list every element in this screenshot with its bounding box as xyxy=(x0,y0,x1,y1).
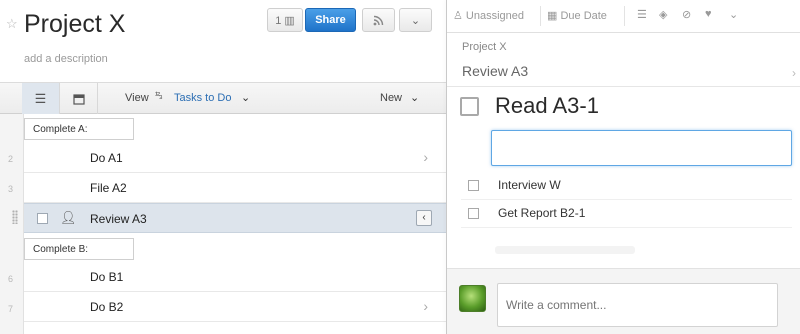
user-icon[interactable]: 👤︎ xyxy=(60,210,77,226)
chevron-down-icon[interactable]: ⌄ xyxy=(410,91,419,104)
task-name[interactable]: Do B2 xyxy=(90,300,123,314)
task-complete-checkbox[interactable] xyxy=(460,97,479,116)
chevron-right-icon[interactable]: › xyxy=(792,66,796,80)
view-label[interactable]: View xyxy=(125,92,149,104)
project-description[interactable]: add a description xyxy=(24,53,108,65)
task-row[interactable]: File A2 xyxy=(24,173,446,203)
task-checkbox[interactable] xyxy=(37,213,48,224)
drag-handle[interactable] xyxy=(12,210,18,224)
user-icon: ♙ xyxy=(453,10,466,22)
divider xyxy=(447,86,800,87)
assignee-label: Unassigned xyxy=(465,10,525,22)
task-list-pane: ☆ Project X add a description 1 ▥ Share … xyxy=(0,0,446,334)
breadcrumb-project[interactable]: Project X xyxy=(462,41,507,53)
divider xyxy=(540,6,541,26)
subtask-checkbox[interactable] xyxy=(468,208,479,219)
subtask-label[interactable]: Interview W xyxy=(498,178,561,192)
divider xyxy=(624,6,625,26)
task-name[interactable]: Review A3 xyxy=(90,212,147,226)
section-header[interactable]: Complete A: xyxy=(24,118,134,140)
attachment-icon[interactable]: ⊘ xyxy=(682,8,691,21)
row-number: 6 xyxy=(8,274,14,284)
more-options-button[interactable]: ⌄ xyxy=(399,8,432,32)
task-name[interactable]: Do A1 xyxy=(90,151,123,165)
project-title[interactable]: Project X xyxy=(24,10,125,39)
subtask-label[interactable]: Get Report B2-1 xyxy=(498,206,585,220)
chevron-right-icon[interactable]: › xyxy=(423,298,428,314)
chevron-down-icon: ⌄ xyxy=(410,14,421,27)
due-date-button[interactable]: ▦ Due Date xyxy=(547,9,607,22)
faded-content xyxy=(495,246,635,254)
new-button[interactable]: New xyxy=(380,92,402,104)
detail-toolbar: ♙ Unassigned ▦ Due Date ☰ ◈ ⊘ ♥ ⌄ xyxy=(447,0,800,33)
view-filter-dropdown[interactable]: Tasks to Do xyxy=(174,92,231,104)
subtask-checkbox[interactable] xyxy=(468,180,479,191)
row-number: 3 xyxy=(8,184,14,194)
subtask-row[interactable]: Interview W xyxy=(461,172,792,200)
subtask-row[interactable]: Get Report B2-1 xyxy=(461,200,792,228)
row-number: 7 xyxy=(8,304,14,314)
assignee-button[interactable]: ♙ Unassigned xyxy=(453,9,524,22)
chevron-right-icon[interactable]: › xyxy=(423,149,428,165)
due-date-label: Due Date xyxy=(560,10,607,22)
sort-icon[interactable]: ¹²₃ xyxy=(155,90,163,100)
rss-button[interactable] xyxy=(362,8,395,32)
task-name[interactable]: File A2 xyxy=(90,181,127,195)
calendar-icon xyxy=(72,93,85,105)
subtasks-icon[interactable]: ☰ xyxy=(637,8,647,21)
share-button[interactable]: Share xyxy=(305,8,356,32)
list-toolbar: ☰ View ¹²₃ Tasks to Do ⌄ New ⌄ xyxy=(0,82,446,114)
breadcrumb-parent-task[interactable]: Review A3 xyxy=(462,63,528,79)
task-description-input[interactable] xyxy=(491,130,792,166)
comment-area xyxy=(447,268,800,334)
task-row-selected[interactable]: 👤︎ Review A3 ‹ xyxy=(24,203,446,233)
calendar-icon: ▦ xyxy=(547,10,561,22)
row-gutter: 2 3 6 7 xyxy=(0,114,24,334)
section-header[interactable]: Complete B: xyxy=(24,238,134,260)
heart-icon[interactable]: ♥ xyxy=(705,8,712,20)
task-row[interactable]: Do B1 xyxy=(24,262,446,292)
row-number: 2 xyxy=(8,154,14,164)
members-icon: 1 ▥ xyxy=(275,14,295,27)
avatar xyxy=(459,285,486,312)
chevron-down-icon[interactable]: ⌄ xyxy=(241,91,250,104)
calendar-view-button[interactable] xyxy=(60,83,98,114)
comment-input[interactable] xyxy=(497,283,778,327)
task-row[interactable]: Do A1 › xyxy=(24,143,446,173)
rss-icon xyxy=(373,15,384,25)
list-icon: ☰ xyxy=(34,90,47,106)
open-details-button[interactable]: ‹ xyxy=(416,210,432,226)
task-name[interactable]: Do B1 xyxy=(90,270,123,284)
members-button[interactable]: 1 ▥ xyxy=(267,8,303,32)
chevron-down-icon[interactable]: ⌄ xyxy=(729,8,738,21)
star-icon[interactable]: ☆ xyxy=(6,16,18,32)
task-detail-pane: ♙ Unassigned ▦ Due Date ☰ ◈ ⊘ ♥ ⌄ Projec… xyxy=(447,0,800,334)
task-title[interactable]: Read A3-1 xyxy=(495,93,599,119)
list-view-button[interactable]: ☰ xyxy=(22,83,60,114)
tag-icon[interactable]: ◈ xyxy=(659,8,667,21)
task-row[interactable]: Do B2 › xyxy=(24,292,446,322)
